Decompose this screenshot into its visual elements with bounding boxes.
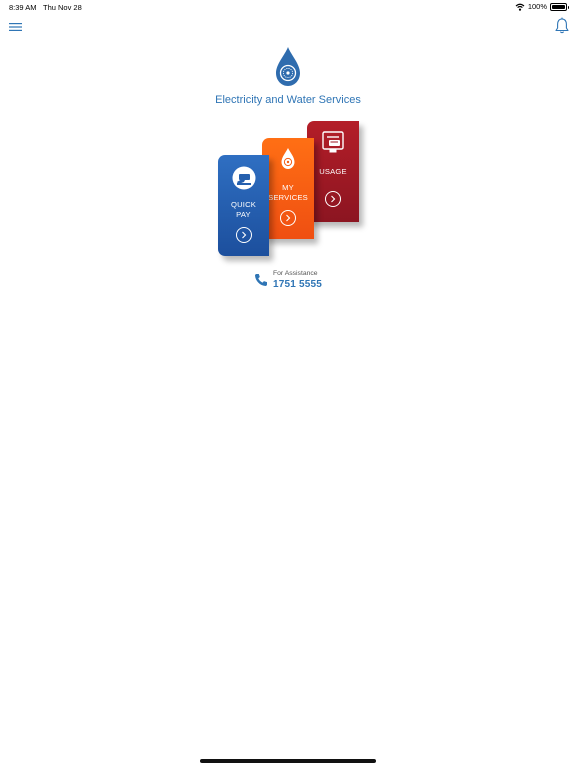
wifi-icon: [515, 3, 525, 11]
battery-icon: [550, 2, 569, 11]
bell-icon[interactable]: [554, 17, 570, 35]
quick-pay-card[interactable]: QUICK PAY: [218, 155, 269, 256]
battery-percent: 100%: [527, 2, 547, 11]
usage-label: USAGE: [319, 167, 347, 176]
my-services-label-line1: MY: [282, 183, 294, 192]
quick-pay-label-line2: PAY: [236, 210, 251, 219]
bill-device-icon: [322, 131, 344, 153]
droplet-badge-icon: [281, 148, 295, 169]
status-right: 100%: [515, 2, 569, 11]
my-services-chevron-icon: [280, 210, 296, 226]
status-date: Thu Nov 28: [43, 3, 82, 12]
battery-level: [552, 4, 565, 9]
hamburger-menu-icon[interactable]: [9, 20, 23, 32]
status-time: 8:39 AM: [9, 3, 37, 12]
status-bar: 8:39 AM Thu Nov 28 100%: [0, 0, 576, 14]
water-drop-logo-icon: [273, 46, 303, 88]
assistance-phone-link[interactable]: 1751 5555: [273, 279, 322, 290]
usage-chevron-icon: [325, 191, 341, 207]
quick-pay-label-line1: QUICK: [230, 200, 257, 209]
page-title: Electricity and Water Services: [215, 94, 361, 106]
phone-icon[interactable]: [254, 273, 268, 287]
home-indicator[interactable]: [200, 759, 376, 763]
my-services-card[interactable]: MY SERVICES: [262, 138, 314, 239]
pay-hand-icon: [232, 166, 256, 190]
quick-pay-chevron-icon: [235, 227, 252, 243]
my-services-label-line2: SERVICES: [268, 193, 308, 202]
assistance-label: For Assistance: [273, 270, 318, 277]
usage-card[interactable]: USAGE: [307, 121, 359, 222]
